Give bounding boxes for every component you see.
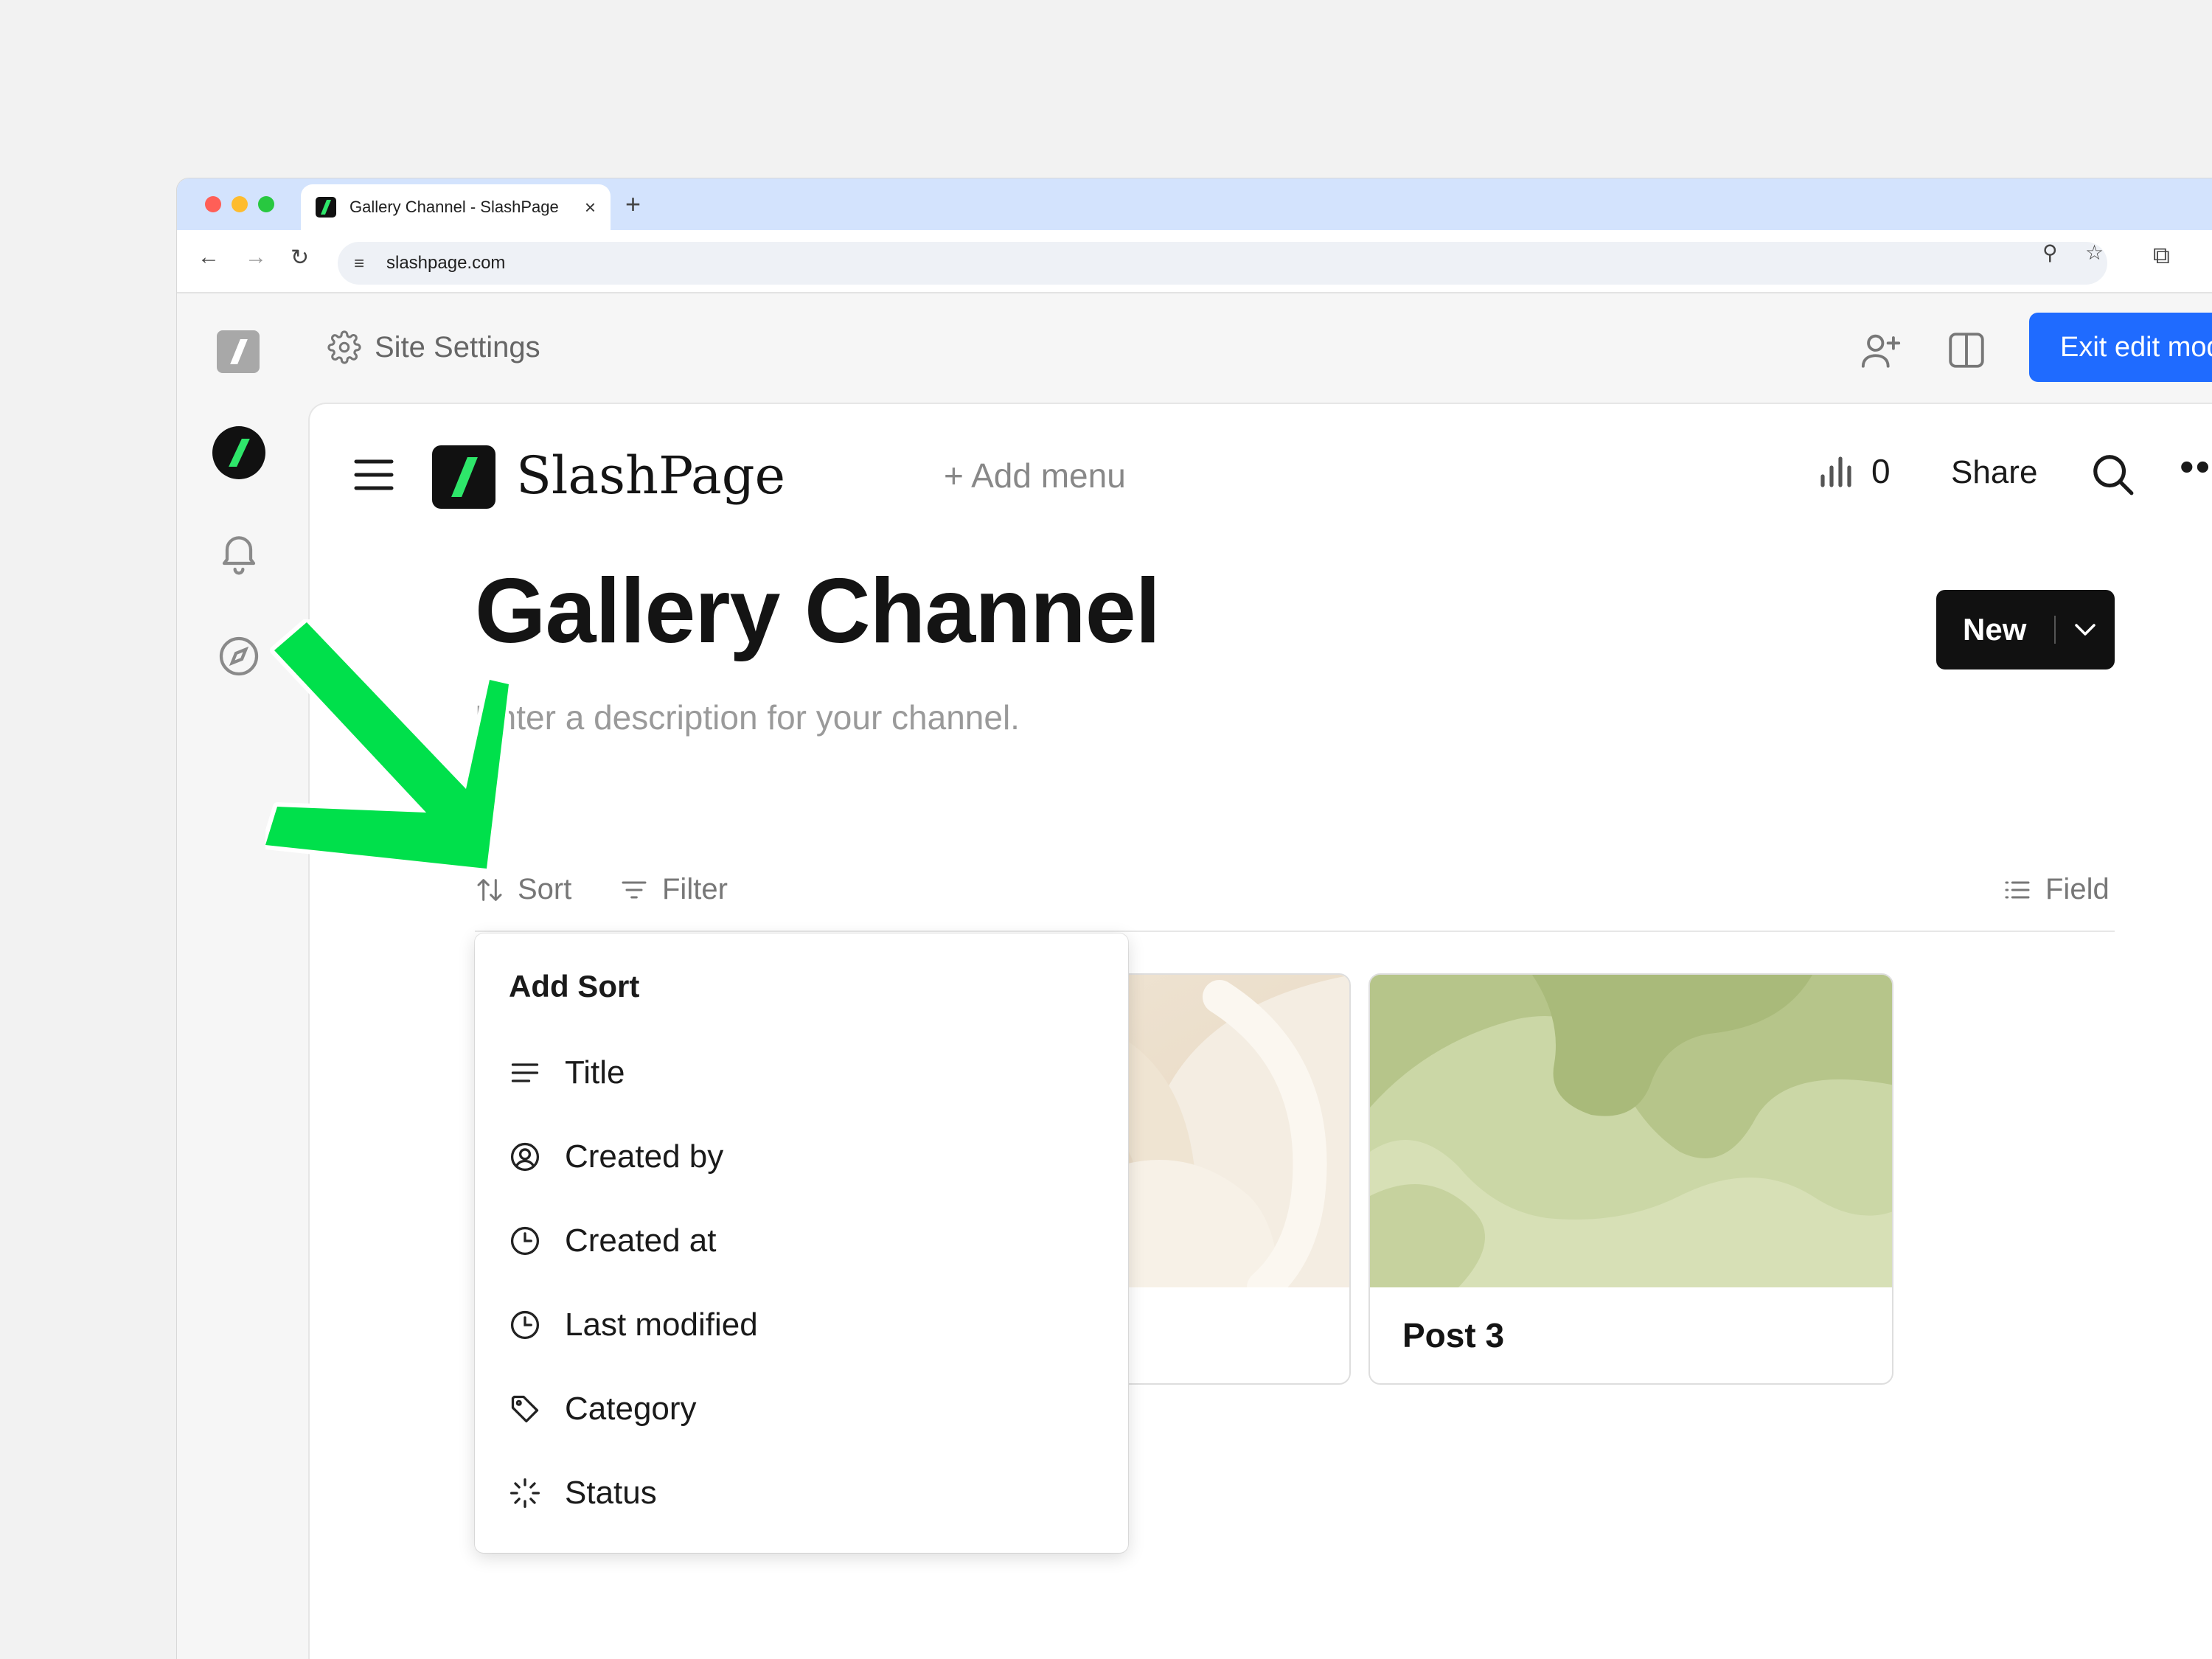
search-icon[interactable] <box>2090 451 2135 497</box>
sort-option-created-by[interactable]: Created by <box>475 1115 1128 1199</box>
compass-icon[interactable] <box>215 633 262 680</box>
bookmark-star-icon[interactable]: ☆ <box>2085 240 2104 265</box>
address-bar[interactable]: ≡ slashpage.com <box>338 242 2107 285</box>
filter-button[interactable]: Filter <box>619 873 728 906</box>
add-sort-heading: Add Sort <box>509 969 640 1004</box>
maximize-window-button[interactable] <box>258 196 274 212</box>
site-avatar-icon[interactable] <box>212 426 265 479</box>
site-page-panel: SlashPage + Add menu 0 Share •• Gallery … <box>310 404 2212 1659</box>
filter-label: Filter <box>662 873 728 905</box>
app-area: Site Settings Exit edit mode SlashPage +… <box>177 293 2212 1659</box>
sort-option-label: Status <box>565 1475 657 1511</box>
post-title: Post 3 <box>1402 1316 1505 1354</box>
loader-icon <box>510 1478 540 1508</box>
hamburger-menu-icon[interactable] <box>354 459 394 491</box>
url-text: slashpage.com <box>386 253 506 273</box>
sort-option-label: Created by <box>565 1138 724 1175</box>
sort-option-label: Title <box>565 1054 625 1091</box>
sort-option-label: Category <box>565 1391 697 1427</box>
invite-user-icon[interactable] <box>1860 329 1902 372</box>
annotation-arrow-icon <box>265 619 509 870</box>
user-circle-icon <box>510 1142 540 1172</box>
new-post-button[interactable]: New <box>1936 590 2115 669</box>
zoom-icon[interactable]: ⚲ <box>2042 240 2058 265</box>
field-label: Field <box>2045 873 2110 905</box>
sort-option-title[interactable]: Title <box>475 1031 1128 1115</box>
field-button[interactable]: Field <box>2001 873 2110 906</box>
tab-close-button[interactable]: × <box>585 196 596 219</box>
site-settings-button[interactable]: Site Settings <box>327 330 540 364</box>
list-icon <box>2005 881 2030 898</box>
post-image <box>1370 975 1892 1287</box>
sort-option-category[interactable]: Category <box>475 1367 1128 1451</box>
channel-description-input[interactable]: Enter a description for your channel. <box>475 698 1020 737</box>
site-settings-label: Site Settings <box>375 330 540 364</box>
site-info-icon[interactable]: ≡ <box>354 254 364 274</box>
sort-arrows-icon <box>477 878 502 901</box>
add-sort-dropdown: Add Sort Title Created by Created at Las… <box>475 933 1128 1553</box>
view-count: 0 <box>1871 452 1891 490</box>
chevron-down-icon[interactable] <box>2056 615 2115 644</box>
bar-chart-icon <box>1820 456 1851 487</box>
tab-strip: Gallery Channel - SlashPage × + <box>177 178 2212 230</box>
new-button-label: New <box>1963 612 2027 647</box>
sort-option-status[interactable]: Status <box>475 1451 1128 1535</box>
clock-icon <box>510 1226 540 1256</box>
tab-title: Gallery Channel - SlashPage <box>349 198 559 216</box>
new-tab-button[interactable]: + <box>625 189 641 220</box>
site-logo-icon[interactable] <box>432 445 495 509</box>
browser-toolbar: ← → ↻ ≡ slashpage.com ⚲ ☆ ⧉ <box>177 230 2212 293</box>
back-arrow-icon[interactable]: ← <box>198 245 220 270</box>
sort-button[interactable]: Sort <box>475 873 571 906</box>
post-card[interactable]: Post 3 <box>1368 973 1893 1385</box>
bell-icon[interactable] <box>215 528 262 575</box>
close-window-button[interactable] <box>205 196 221 212</box>
slashpage-logo-icon[interactable] <box>217 330 260 373</box>
site-name[interactable]: SlashPage <box>516 445 785 506</box>
add-menu-button[interactable]: + Add menu <box>944 456 1126 495</box>
favicon-icon <box>316 197 336 218</box>
more-options-icon[interactable]: •• <box>2180 442 2211 490</box>
exit-edit-mode-button[interactable]: Exit edit mode <box>2029 313 2212 382</box>
split-panel-icon[interactable] <box>1945 329 1988 372</box>
sort-option-label: Last modified <box>565 1307 758 1343</box>
filter-icon <box>622 881 647 898</box>
sort-option-last-modified[interactable]: Last modified <box>475 1283 1128 1367</box>
page-title[interactable]: Gallery Channel <box>475 559 1161 664</box>
tag-icon <box>511 1395 539 1423</box>
share-button[interactable]: Share <box>1951 454 2037 491</box>
toolbar-divider <box>475 931 2115 932</box>
reload-icon[interactable]: ↻ <box>291 245 309 271</box>
gear-icon <box>327 330 361 364</box>
sort-label: Sort <box>518 873 572 905</box>
forward-arrow-icon[interactable]: → <box>245 245 267 270</box>
extensions-icon[interactable]: ⧉ <box>2153 242 2170 270</box>
browser-window: Gallery Channel - SlashPage × + ← → ↻ ≡ … <box>177 178 2212 1659</box>
text-lines-icon <box>511 1063 539 1082</box>
sort-option-created-at[interactable]: Created at <box>475 1199 1128 1283</box>
view-counter[interactable]: 0 <box>1818 451 1891 491</box>
clock-icon <box>510 1310 540 1340</box>
browser-tab[interactable]: Gallery Channel - SlashPage × <box>301 184 611 230</box>
sort-option-label: Created at <box>565 1222 717 1259</box>
minimize-window-button[interactable] <box>232 196 248 212</box>
